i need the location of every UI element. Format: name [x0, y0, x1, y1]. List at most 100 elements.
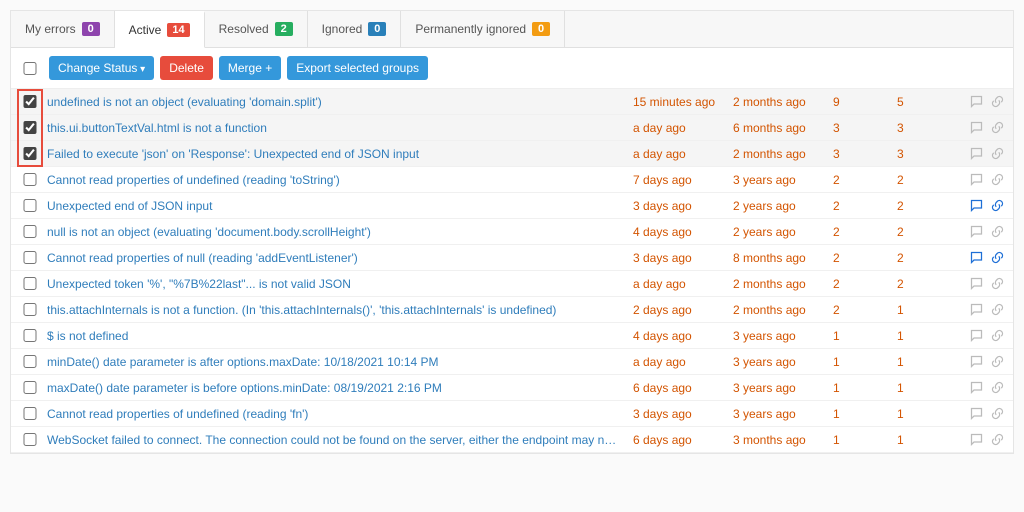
tab-my-errors[interactable]: My errors0: [11, 11, 115, 47]
last-seen: a day ago: [633, 355, 733, 369]
row-checkbox[interactable]: [23, 407, 37, 420]
count-1: 1: [833, 355, 897, 369]
error-title-link[interactable]: maxDate() date parameter is before optio…: [47, 381, 633, 395]
tab-ignored[interactable]: Ignored 0: [308, 11, 402, 47]
count-1: 2: [833, 251, 897, 265]
row-icons: [961, 302, 1005, 317]
delete-button[interactable]: Delete: [160, 56, 213, 80]
row-checkbox[interactable]: [23, 355, 37, 368]
comment-icon[interactable]: [969, 328, 984, 343]
link-icon[interactable]: [990, 354, 1005, 369]
first-seen: 3 years ago: [733, 407, 833, 421]
row-checkbox[interactable]: [23, 225, 37, 238]
comment-icon[interactable]: [969, 120, 984, 135]
error-title-link[interactable]: null is not an object (evaluating 'docum…: [47, 225, 633, 239]
link-icon[interactable]: [990, 328, 1005, 343]
row-checkbox[interactable]: [23, 303, 37, 316]
comment-icon[interactable]: [969, 432, 984, 447]
comment-icon[interactable]: [969, 354, 984, 369]
row-icons: [961, 432, 1005, 447]
link-icon[interactable]: [990, 120, 1005, 135]
error-title-link[interactable]: this.ui.buttonTextVal.html is not a func…: [47, 121, 633, 135]
table-row: Cannot read properties of undefined (rea…: [11, 401, 1013, 427]
count-1: 1: [833, 381, 897, 395]
count-2: 5: [897, 95, 961, 109]
error-title-link[interactable]: minDate() date parameter is after option…: [47, 355, 633, 369]
link-icon[interactable]: [990, 224, 1005, 239]
select-all-checkbox[interactable]: [23, 62, 37, 75]
row-checkbox[interactable]: [23, 121, 37, 134]
link-icon[interactable]: [990, 198, 1005, 213]
comment-icon[interactable]: [969, 406, 984, 421]
error-title-link[interactable]: this.attachInternals is not a function. …: [47, 303, 633, 317]
row-icons: [961, 198, 1005, 213]
table-row: Cannot read properties of null (reading …: [11, 245, 1013, 271]
tab-resolved[interactable]: Resolved2: [205, 11, 308, 47]
row-checkbox[interactable]: [23, 95, 37, 108]
row-checkbox[interactable]: [23, 251, 37, 264]
link-icon[interactable]: [990, 250, 1005, 265]
row-icons: [961, 146, 1005, 161]
link-icon[interactable]: [990, 380, 1005, 395]
comment-icon[interactable]: [969, 94, 984, 109]
tab-count-badge: 0: [532, 22, 550, 36]
comment-icon[interactable]: [969, 172, 984, 187]
table-row: this.attachInternals is not a function. …: [11, 297, 1013, 323]
error-title-link[interactable]: undefined is not an object (evaluating '…: [47, 95, 633, 109]
link-icon[interactable]: [990, 276, 1005, 291]
count-1: 1: [833, 407, 897, 421]
error-title-link[interactable]: Unexpected end of JSON input: [47, 199, 633, 213]
comment-icon[interactable]: [969, 250, 984, 265]
last-seen: 2 days ago: [633, 303, 733, 317]
row-checkbox[interactable]: [23, 199, 37, 212]
error-title-link[interactable]: Unexpected token '%', "%7B%22last"... is…: [47, 277, 633, 291]
error-title-link[interactable]: WebSocket failed to connect. The connect…: [47, 433, 633, 447]
link-icon[interactable]: [990, 302, 1005, 317]
count-2: 2: [897, 199, 961, 213]
first-seen: 2 years ago: [733, 199, 833, 213]
tab-label: Ignored: [322, 22, 363, 36]
row-checkbox[interactable]: [23, 433, 37, 446]
error-title-link[interactable]: Cannot read properties of undefined (rea…: [47, 407, 633, 421]
link-icon[interactable]: [990, 94, 1005, 109]
count-2: 2: [897, 277, 961, 291]
row-checkbox[interactable]: [23, 277, 37, 290]
merge-button[interactable]: Merge: [219, 56, 281, 80]
comment-icon[interactable]: [969, 380, 984, 395]
change-status-button[interactable]: Change Status: [49, 56, 154, 80]
first-seen: 3 months ago: [733, 433, 833, 447]
count-2: 2: [897, 251, 961, 265]
comment-icon[interactable]: [969, 302, 984, 317]
table-row: WebSocket failed to connect. The connect…: [11, 427, 1013, 453]
link-icon[interactable]: [990, 172, 1005, 187]
tab-count-badge: 0: [368, 22, 386, 36]
row-checkbox[interactable]: [23, 147, 37, 160]
count-1: 9: [833, 95, 897, 109]
error-title-link[interactable]: Cannot read properties of undefined (rea…: [47, 173, 633, 187]
row-icons: [961, 276, 1005, 291]
error-title-link[interactable]: Failed to execute 'json' on 'Response': …: [47, 147, 633, 161]
tab-permanently-ignored[interactable]: Permanently ignored0: [401, 11, 565, 47]
comment-icon[interactable]: [969, 276, 984, 291]
comment-icon[interactable]: [969, 146, 984, 161]
table-row: maxDate() date parameter is before optio…: [11, 375, 1013, 401]
error-title-link[interactable]: Cannot read properties of null (reading …: [47, 251, 633, 265]
comment-icon[interactable]: [969, 224, 984, 239]
tab-active[interactable]: Active14: [115, 11, 205, 48]
link-icon[interactable]: [990, 432, 1005, 447]
row-icons: [961, 380, 1005, 395]
first-seen: 3 years ago: [733, 381, 833, 395]
last-seen: 6 days ago: [633, 433, 733, 447]
row-checkbox[interactable]: [23, 329, 37, 342]
first-seen: 3 years ago: [733, 355, 833, 369]
first-seen: 6 months ago: [733, 121, 833, 135]
row-checkbox[interactable]: [23, 173, 37, 186]
export-button[interactable]: Export selected groups: [287, 56, 428, 80]
row-checkbox[interactable]: [23, 381, 37, 394]
count-2: 3: [897, 147, 961, 161]
error-title-link[interactable]: $ is not defined: [47, 329, 633, 343]
comment-icon[interactable]: [969, 198, 984, 213]
link-icon[interactable]: [990, 406, 1005, 421]
first-seen: 2 months ago: [733, 277, 833, 291]
link-icon[interactable]: [990, 146, 1005, 161]
